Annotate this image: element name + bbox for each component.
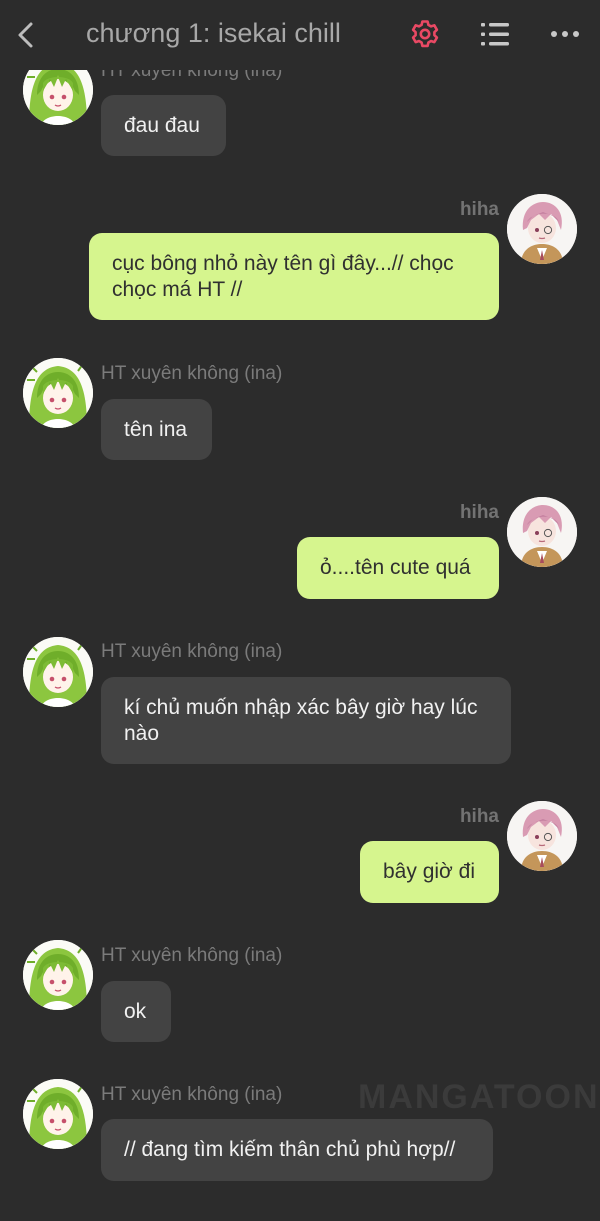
sender-name: hiha	[459, 806, 499, 827]
message-bubble: // đang tìm kiếm thân chủ phù hợp//	[101, 1119, 493, 1181]
message-bubble: cục bông nhỏ này tên gì đây...// chọc ch…	[89, 233, 499, 320]
sender-name: hiha	[459, 502, 499, 523]
message-bubble: ok	[101, 981, 171, 1042]
sender-name: HT xuyên không (ina)	[101, 1084, 283, 1105]
message-bubble: tên ina	[101, 399, 212, 460]
sender-name: hiha	[459, 199, 499, 220]
more-options-icon[interactable]	[549, 26, 581, 42]
message-bubble: ỏ....tên cute quá	[297, 537, 499, 599]
avatar[interactable]	[507, 497, 577, 567]
avatar[interactable]	[23, 1079, 93, 1149]
chapter-list-icon[interactable]	[480, 20, 510, 48]
sender-name: HT xuyên không (ina)	[101, 363, 283, 384]
sender-name: HT xuyên không (ina)	[101, 641, 283, 662]
sender-name: HT xuyên không (ina)	[101, 945, 283, 966]
gear-icon[interactable]	[409, 18, 441, 50]
avatar[interactable]	[507, 801, 577, 871]
top-bar: chương 1: isekai chill	[0, 0, 600, 70]
back-chevron-icon[interactable]	[14, 18, 42, 52]
chapter-title: chương 1: isekai chill	[86, 18, 341, 48]
message-list[interactable]: HT xuyên không (ina) đau đau hiha cục bô…	[0, 0, 600, 1221]
avatar[interactable]	[23, 358, 93, 428]
avatar[interactable]	[507, 194, 577, 264]
avatar[interactable]	[23, 940, 93, 1010]
message-bubble: kí chủ muốn nhập xác bây giờ hay lúc nào	[101, 677, 511, 764]
message-bubble: bây giờ đi	[360, 841, 499, 903]
message-bubble: đau đau	[101, 95, 226, 156]
avatar[interactable]	[23, 637, 93, 707]
